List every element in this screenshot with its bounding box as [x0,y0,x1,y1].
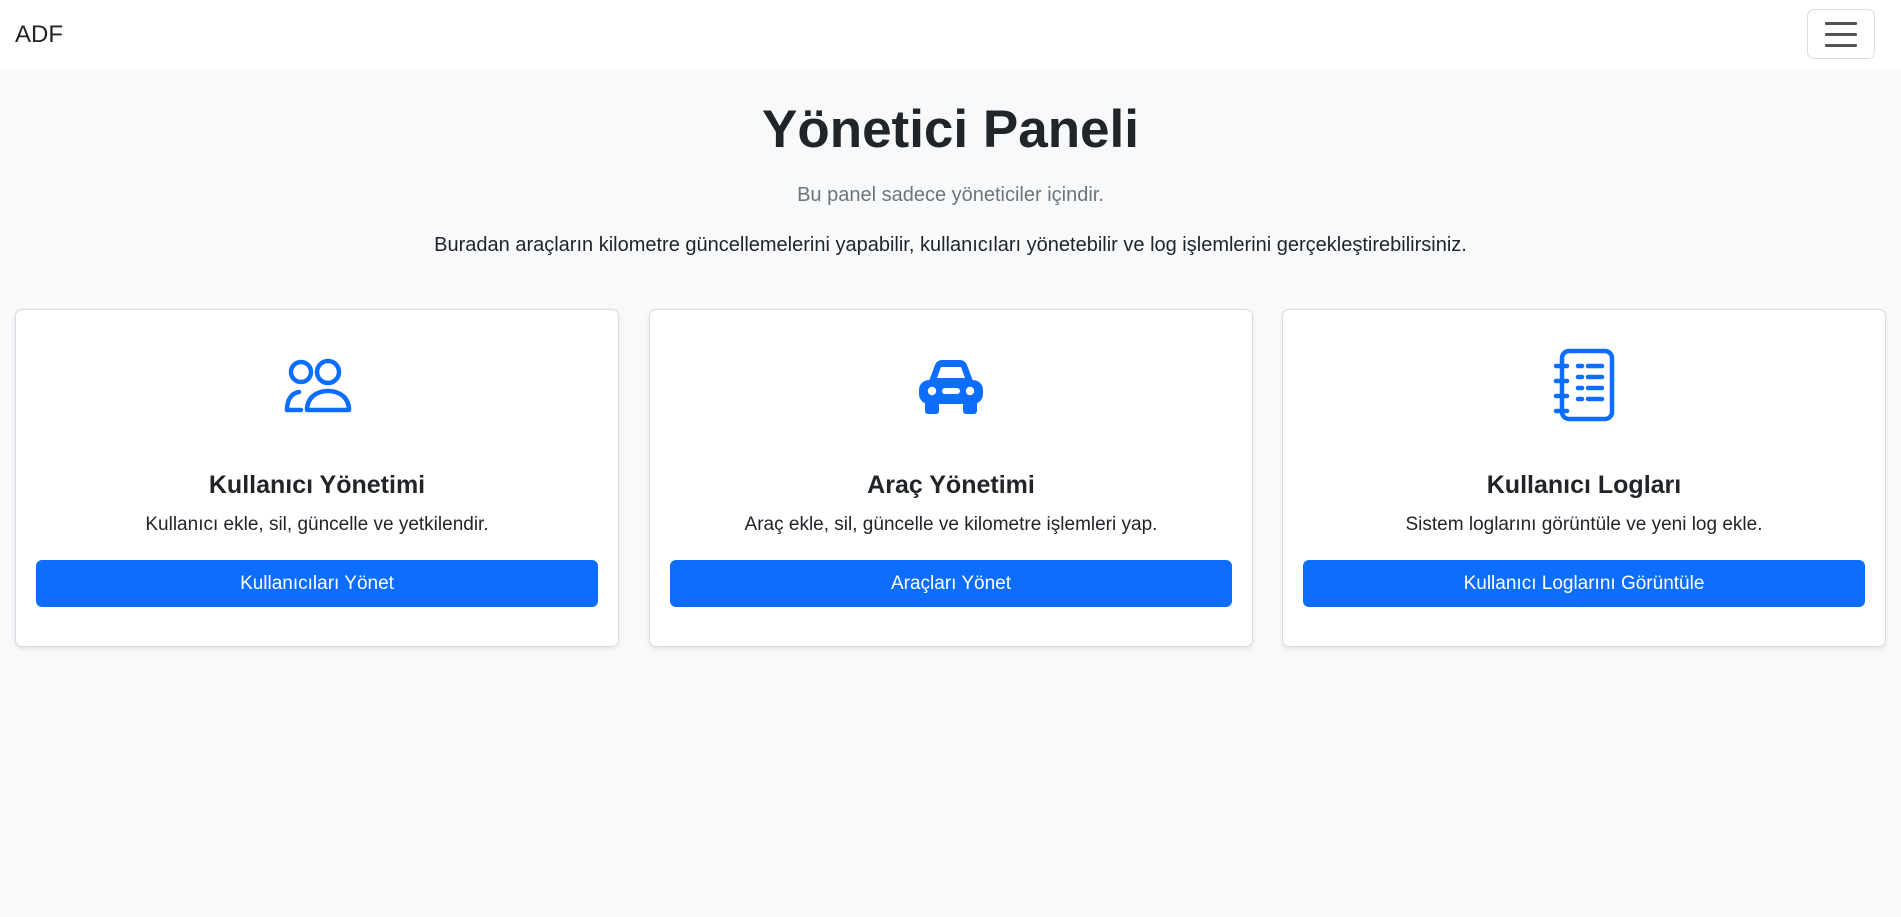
navbar-toggle-button[interactable] [1807,9,1875,59]
card-title: Araç Yönetimi [867,471,1035,499]
card-title: Kullanıcı Yönetimi [208,471,426,499]
page-description: Buradan araçların kilometre güncellemele… [434,234,1467,256]
card-text: Araç ekle, sil, güncelle ve kilometre iş… [744,514,1158,535]
view-user-logs-button[interactable]: Kullanıcı Loglarını Görüntüle [1303,560,1865,607]
card-text: Kullanıcı ekle, sil, güncelle ve yetkile… [145,514,489,535]
car-icon [913,347,989,423]
hamburger-menu-icon [1825,21,1857,25]
manage-users-button[interactable]: Kullanıcıları Yönet [36,560,598,607]
card-title: Kullanıcı Logları [1486,471,1682,499]
hamburger-menu-icon-bar [1825,32,1857,36]
card-vehicle-management: Araç Yönetimi Araç ekle, sil, güncelle v… [649,309,1253,647]
people-icon [279,347,355,423]
card-user-management: Kullanıcı Yönetimi Kullanıcı ekle, sil, … [15,309,619,647]
hamburger-menu-icon-bar [1825,43,1857,47]
page-subtitle: Bu panel sadece yöneticiler içindir. [797,184,1104,206]
manage-vehicles-button[interactable]: Araçları Yönet [670,560,1232,607]
navbar: ADF [0,0,1901,69]
navbar-brand[interactable]: ADF [15,20,63,49]
card-user-logs: Kullanıcı Logları Sistem loglarını görün… [1282,309,1886,647]
page-header: Yönetici Paneli Bu panel sadece yönetici… [0,95,1901,257]
card-text: Sistem loglarını görüntüle ve yeni log e… [1405,514,1763,535]
page-title: Yönetici Paneli [761,100,1139,159]
journal-list-icon [1546,347,1622,423]
